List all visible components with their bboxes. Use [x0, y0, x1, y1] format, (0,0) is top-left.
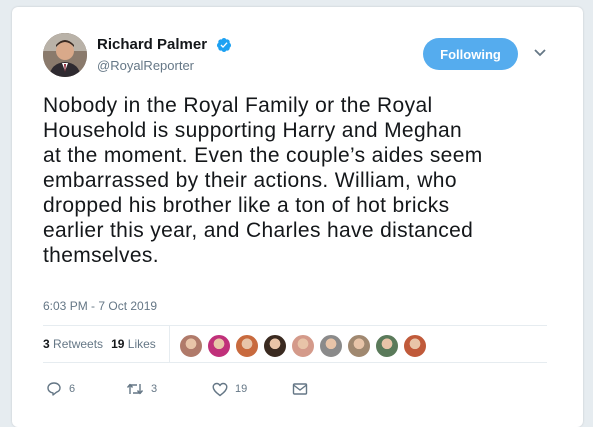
following-button[interactable]: Following	[423, 38, 518, 70]
tweet-timestamp[interactable]: 6:03 PM - 7 Oct 2019	[43, 299, 157, 313]
retweet-icon	[126, 383, 144, 395]
retweets-count: 3	[43, 337, 50, 351]
envelope-icon	[292, 383, 308, 395]
reply-action[interactable]: 6	[46, 381, 126, 397]
reply-count: 6	[69, 383, 76, 395]
tweet-stats: 3 Retweets 19 Likes	[43, 337, 156, 351]
likes-stat[interactable]: 19 Likes	[111, 337, 156, 351]
stats-separator	[169, 325, 170, 362]
reply-icon	[47, 382, 61, 396]
tweet-line: embarrassed by their actions. William, w…	[43, 169, 457, 192]
liker-avatars	[179, 334, 431, 358]
liker-avatar-5[interactable]	[291, 334, 315, 358]
divider	[43, 325, 547, 326]
liker-avatar-7[interactable]	[347, 334, 371, 358]
divider	[43, 362, 547, 363]
tweet-line: themselves.	[43, 244, 159, 267]
liker-avatar-4[interactable]	[263, 334, 287, 358]
retweet-action[interactable]: 3	[126, 381, 212, 397]
tweet-actions: 6 3 19	[46, 381, 308, 397]
tweet-text: Nobody in the Royal Family or the Royal …	[43, 93, 563, 268]
tweet-line: at the moment. Even the couple’s aides s…	[43, 144, 483, 167]
liker-avatar-9[interactable]	[403, 334, 427, 358]
tweet-line: dropped his brother like a ton of hot br…	[43, 194, 450, 217]
retweets-stat[interactable]: 3 Retweets	[43, 337, 103, 351]
likes-label: Likes	[127, 337, 156, 351]
like-count: 19	[235, 383, 248, 395]
like-action[interactable]: 19	[212, 382, 292, 397]
tweet-card: Richard Palmer @RoyalReporter Following …	[12, 7, 583, 427]
user-name[interactable]: Richard Palmer	[97, 36, 207, 53]
liker-avatar-2[interactable]	[207, 334, 231, 358]
tweet-line: earlier this year, and Charles have dist…	[43, 219, 474, 242]
liker-avatar-1[interactable]	[179, 334, 203, 358]
heart-icon	[212, 382, 228, 396]
direct-message-action[interactable]	[292, 382, 308, 396]
liker-avatar-8[interactable]	[375, 334, 399, 358]
likes-count: 19	[111, 337, 125, 351]
retweets-label: Retweets	[53, 337, 104, 351]
user-handle[interactable]: @RoyalReporter	[97, 58, 194, 73]
liker-avatar-6[interactable]	[319, 334, 343, 358]
retweet-count: 3	[151, 383, 158, 395]
tweet-line: Household is supporting Harry and Meghan	[43, 119, 463, 142]
verified-badge-icon	[216, 38, 231, 52]
liker-avatar-3[interactable]	[235, 334, 259, 358]
tweet-line: Nobody in the Royal Family or the Royal	[43, 94, 433, 117]
chevron-down-icon[interactable]	[533, 48, 547, 58]
avatar[interactable]	[43, 33, 87, 77]
